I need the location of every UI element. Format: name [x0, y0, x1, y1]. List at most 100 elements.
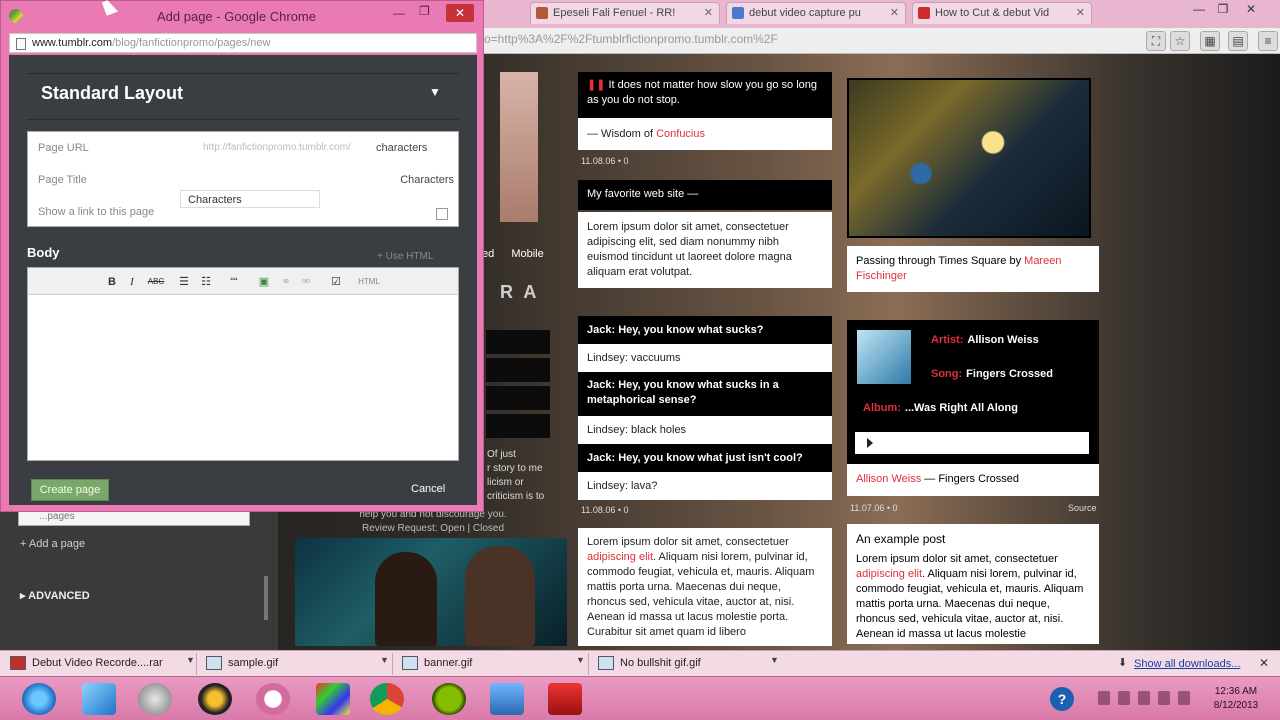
network-icon[interactable] — [1178, 691, 1190, 705]
popup-address-bar[interactable]: www.tumblr.com/blog/fanfictionpromo/page… — [9, 33, 477, 53]
media-icon[interactable] — [198, 683, 232, 715]
divider — [196, 653, 197, 675]
text-post-link[interactable]: adipiscing elit — [587, 551, 653, 563]
download-item[interactable]: No bullshit gif.gif ▼ — [594, 654, 782, 674]
create-page-button[interactable]: Create page — [31, 479, 109, 501]
example-post-title[interactable]: An example post — [856, 532, 1090, 547]
chevron-down-icon[interactable]: ▼ — [770, 655, 779, 665]
chat-line: Lindsey: vaccuums — [578, 344, 832, 372]
download-item[interactable]: sample.gif ▼ — [202, 654, 390, 674]
divider — [392, 653, 393, 675]
show-link-checkbox[interactable] — [436, 208, 448, 220]
tab-background-1[interactable]: Epeseli Fali Fenuel - RR! ✕ — [530, 2, 720, 24]
tab-close-icon[interactable]: ✕ — [890, 6, 899, 19]
tray-icon[interactable] — [1138, 691, 1150, 705]
tab-background-2[interactable]: debut video capture pu ✕ — [726, 2, 906, 24]
post-meta[interactable]: 11.08.06 • 0 — [581, 505, 629, 515]
chevron-down-icon[interactable]: ▼ — [576, 655, 585, 665]
sidebar-block — [486, 358, 550, 382]
volume-icon[interactable] — [1158, 691, 1170, 705]
bold-button[interactable]: B — [104, 274, 120, 290]
window-title: Add page - Google Chrome — [157, 9, 316, 24]
sidebar-block — [486, 414, 550, 438]
link-icon[interactable]: ⚭ — [278, 274, 294, 290]
extension-icon[interactable]: ▦ — [1200, 31, 1220, 51]
image-icon[interactable]: ▣ — [256, 274, 272, 290]
quote-source-link[interactable]: Confucius — [656, 128, 705, 140]
system-clock[interactable]: 12:36 AM 8/12/2013 — [1200, 685, 1272, 713]
mobile-nav[interactable]: ed Mobile — [482, 248, 552, 266]
chevron-down-icon[interactable]: ▼ — [380, 655, 389, 665]
page-title-input[interactable] — [328, 172, 454, 188]
hp-icon[interactable] — [256, 683, 290, 715]
italic-button[interactable]: I — [124, 274, 140, 290]
minimize-icon[interactable]: — — [1188, 2, 1210, 20]
html-button[interactable]: HTML — [356, 274, 382, 290]
link-post-body: Lorem ipsum dolor sit amet, consectetuer… — [578, 212, 832, 288]
audio-player[interactable] — [855, 432, 1089, 454]
song-key: Song: — [931, 368, 963, 380]
minimize-icon[interactable]: — — [393, 6, 405, 20]
spellcheck-icon[interactable]: ☑ — [328, 274, 344, 290]
help-icon[interactable]: ? — [1050, 687, 1074, 711]
maximize-icon[interactable]: ❐ — [1212, 2, 1234, 20]
use-html-toggle[interactable]: + Use HTML — [377, 251, 433, 262]
times-square-photo[interactable] — [847, 78, 1091, 238]
tab-background-3[interactable]: How to Cut & debut Vid ✕ — [912, 2, 1092, 24]
download-item[interactable]: banner.gif ▼ — [398, 654, 586, 674]
tray-icon[interactable] — [1098, 691, 1110, 705]
add-page-link[interactable]: + Add a page — [20, 538, 85, 550]
tab-favicon — [536, 7, 548, 19]
close-icon[interactable]: ✕ — [446, 4, 474, 22]
tab-close-icon[interactable]: ✕ — [704, 6, 713, 19]
cancel-button[interactable]: Cancel — [411, 483, 445, 495]
scrollbar[interactable] — [264, 576, 268, 620]
body-editor[interactable] — [27, 295, 459, 461]
close-icon[interactable]: ✕ — [1259, 656, 1269, 670]
page-url-input[interactable]: characters — [376, 142, 427, 154]
page-list-input[interactable]: ...pages — [18, 510, 250, 526]
post-source[interactable]: Source — [1068, 503, 1097, 513]
link-post-title[interactable]: My favorite web site — — [578, 180, 832, 210]
nav-mobile[interactable]: Mobile — [511, 248, 543, 260]
chevron-down-icon[interactable]: ▼ — [429, 85, 441, 99]
audio-caption-rest: — Fingers Crossed — [921, 473, 1020, 485]
ie-icon[interactable] — [22, 683, 56, 715]
extension-icon[interactable]: ▤ — [1228, 31, 1248, 51]
quote-button[interactable]: ““ — [226, 274, 242, 290]
artist-value: Allison Weiss — [967, 334, 1039, 346]
blog-title-fragment: R A — [500, 282, 540, 302]
tab-close-icon[interactable]: ✕ — [1076, 6, 1085, 19]
tray-icon[interactable] — [1118, 691, 1130, 705]
maximize-icon[interactable]: ❐ — [419, 4, 430, 18]
advanced-toggle[interactable]: ▸ ADVANCED — [20, 589, 90, 602]
extension-icon[interactable]: ⛶ — [1146, 31, 1166, 51]
audio-caption-link[interactable]: Allison Weiss — [856, 473, 921, 485]
chrome-icon[interactable] — [370, 683, 404, 715]
pen-icon[interactable] — [82, 683, 116, 715]
recorder-icon[interactable] — [548, 683, 582, 715]
strikethrough-button[interactable]: ABC — [144, 274, 168, 290]
show-all-downloads-link[interactable]: Show all downloads... — [1134, 658, 1240, 670]
unlink-icon[interactable]: ⚮ — [298, 274, 314, 290]
spotify-icon[interactable] — [432, 683, 466, 715]
star-icon[interactable]: ☆ — [1170, 31, 1190, 51]
globe-icon[interactable] — [138, 683, 172, 715]
post-meta[interactable]: 11.08.06 • 0 — [581, 156, 629, 166]
play-icon[interactable] — [867, 438, 873, 448]
post-meta[interactable]: 11.07.06 • 0 — [850, 503, 898, 513]
divider — [588, 653, 589, 675]
background-address-bar[interactable]: o=http%3A%2F%2Ftumblrfictionpromo.tumblr… — [480, 28, 1280, 54]
layout-selector[interactable]: Standard Layout — [41, 83, 183, 104]
download-item[interactable]: Debut Video Recorde....rar ▼ — [6, 654, 195, 674]
autocomplete-suggestion[interactable]: Characters — [180, 190, 320, 208]
menu-icon[interactable]: ≡ — [1258, 31, 1278, 51]
monitor-icon[interactable] — [490, 683, 524, 715]
photo-app-icon[interactable] — [316, 683, 350, 715]
page-url-label: Page URL — [38, 142, 89, 154]
chevron-down-icon[interactable]: ▼ — [186, 655, 195, 665]
example-post-link[interactable]: adipiscing elit — [856, 568, 922, 580]
close-window-icon[interactable]: ✕ — [1240, 2, 1262, 20]
bullet-list-icon[interactable]: ☰ — [176, 274, 192, 290]
numbered-list-icon[interactable]: ☷ — [198, 274, 214, 290]
